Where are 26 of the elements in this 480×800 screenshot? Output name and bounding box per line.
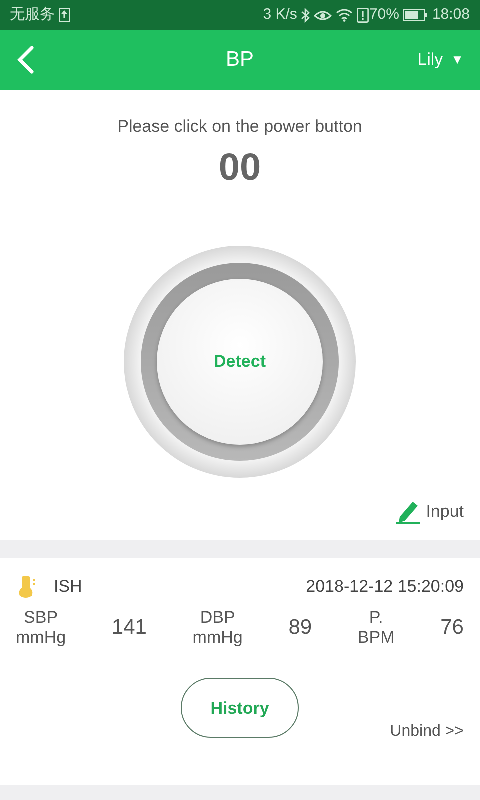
reading-value: 00	[218, 146, 262, 190]
measure-datetime: 2018-12-12 15:20:09	[306, 576, 464, 598]
back-button[interactable]	[16, 45, 36, 75]
metric-value: 76	[440, 615, 464, 642]
classification-text: ISH	[54, 576, 82, 598]
clock-time: 18:08	[432, 4, 470, 25]
metric-value: 141	[112, 615, 147, 642]
carrier-text: 无服务	[10, 4, 55, 25]
metric-label: DBP mmHg	[192, 608, 243, 648]
alert-icon	[357, 8, 370, 22]
unbind-link[interactable]: Unbind >>	[390, 720, 464, 744]
history-button[interactable]: History	[181, 678, 299, 738]
battery-percent: 70%	[369, 4, 400, 25]
metric-label: SBP mmHg	[16, 608, 66, 648]
instruction-text: Please click on the power button	[118, 116, 362, 138]
bluetooth-icon	[301, 8, 310, 22]
metric-value: 89	[288, 615, 312, 642]
metric-label: P. BPM	[358, 608, 395, 648]
sim-icon	[59, 8, 70, 22]
user-selector[interactable]: Lily ▼	[418, 47, 464, 73]
input-button[interactable]: Input	[396, 498, 464, 524]
network-speed: 3 K/s	[263, 4, 298, 25]
battery-icon	[403, 9, 428, 21]
wifi-icon	[336, 8, 354, 22]
back-icon	[16, 45, 36, 75]
page-title: BP	[226, 47, 254, 74]
